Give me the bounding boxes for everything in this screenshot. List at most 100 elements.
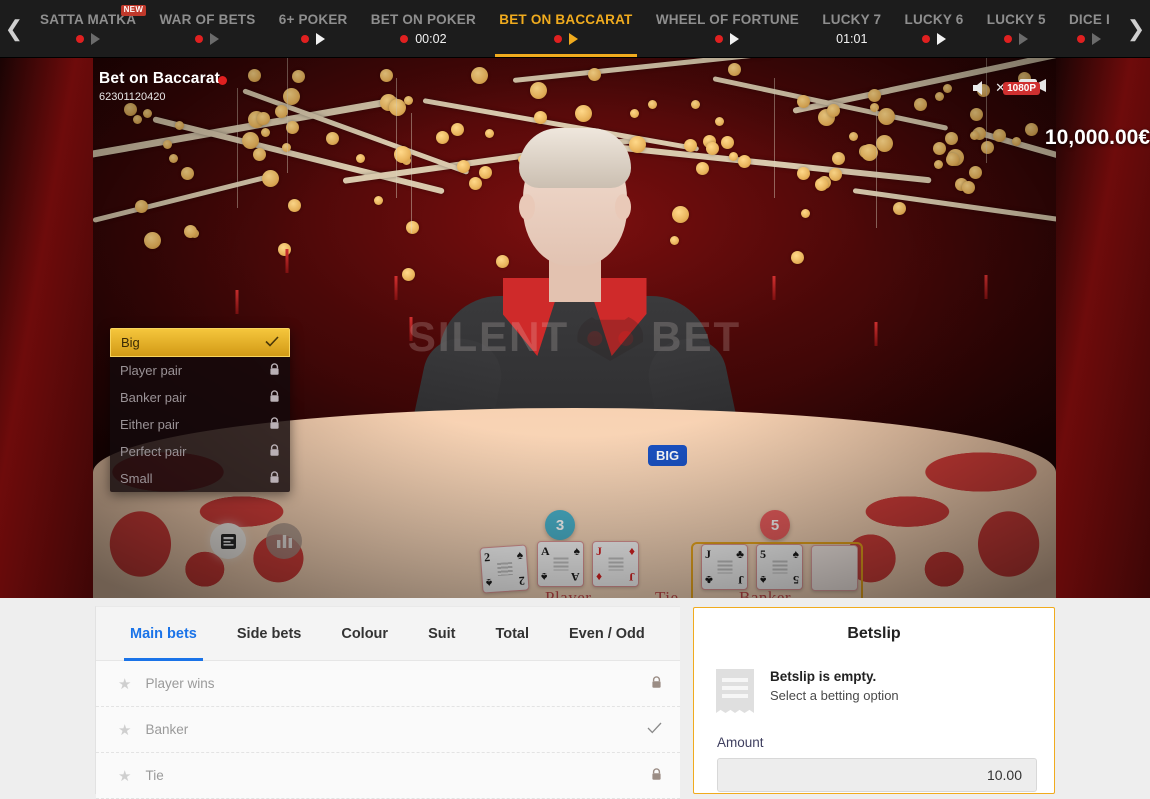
- nav-tab-label: BET ON BACCARAT: [499, 12, 632, 27]
- nav-tab-status: [715, 32, 739, 46]
- live-dot-icon: [76, 35, 84, 43]
- receipt-icon: [716, 669, 754, 713]
- video-camera-icon[interactable]: 1080P: [1018, 74, 1048, 101]
- nav-tab-satta-matka[interactable]: SATTA MATKA NEW: [32, 0, 144, 57]
- blossom: [878, 108, 895, 125]
- live-dot-icon: [400, 35, 408, 43]
- statistics-bar-icon[interactable]: [266, 523, 302, 559]
- player-card: 2 ♠ ♠ 2: [479, 544, 529, 593]
- blossom: [876, 135, 893, 152]
- blossom: [283, 88, 300, 105]
- lantern: [211, 208, 263, 288]
- card-rank: 5: [793, 574, 799, 586]
- blossom: [914, 98, 927, 111]
- tab-even-odd[interactable]: Even / Odd: [549, 607, 665, 661]
- nav-tab-dice-i[interactable]: DICE I: [1061, 0, 1118, 57]
- speaker-muted-icon[interactable]: ✕: [971, 78, 1006, 98]
- dropdown-item-small[interactable]: Small: [110, 465, 290, 492]
- dropdown-item-player-pair[interactable]: Player pair: [110, 357, 290, 384]
- play-icon[interactable]: [316, 33, 325, 45]
- dropdown-item-banker-pair[interactable]: Banker pair: [110, 384, 290, 411]
- nav-tab-lucky-5[interactable]: LUCKY 5: [979, 0, 1054, 57]
- blossom: [935, 92, 944, 101]
- live-dot-icon: [195, 35, 203, 43]
- video-controls: ✕ 1080P: [971, 74, 1048, 101]
- blossom: [728, 63, 741, 76]
- nav-tab-bet-on-poker[interactable]: BET ON POKER 00:02: [363, 0, 484, 57]
- blossom: [530, 82, 547, 99]
- lantern: [843, 228, 909, 320]
- tab-total[interactable]: Total: [475, 607, 549, 661]
- tab-colour[interactable]: Colour: [321, 607, 408, 661]
- tab-suit[interactable]: Suit: [408, 607, 475, 661]
- bet-row[interactable]: ★ Banker: [96, 707, 680, 753]
- lock-icon: [269, 390, 280, 406]
- tab-main-bets[interactable]: Main bets: [110, 607, 217, 661]
- star-icon[interactable]: ★: [118, 675, 131, 693]
- blossom: [827, 104, 840, 117]
- blossom: [286, 121, 299, 134]
- nav-next-arrow[interactable]: ❯: [1122, 0, 1150, 57]
- card-suit: ♠: [574, 545, 580, 557]
- card-suit: ♣: [736, 548, 744, 560]
- bet-row[interactable]: ★ Player wins: [96, 661, 680, 707]
- card-suit: ♠: [516, 549, 523, 561]
- play-icon[interactable]: [91, 33, 100, 45]
- live-dot-icon: [554, 35, 562, 43]
- star-icon[interactable]: ★: [118, 767, 131, 785]
- nav-prev-arrow[interactable]: ❮: [0, 0, 28, 57]
- blossom: [404, 96, 413, 105]
- tab-side-bets[interactable]: Side bets: [217, 607, 321, 661]
- bet-row[interactable]: ★ Tie: [96, 753, 680, 799]
- banker-score-badge: 5: [760, 510, 790, 540]
- nav-tab-label: WHEEL OF FORTUNE: [656, 12, 799, 27]
- nav-tab-label: LUCKY 6: [905, 12, 964, 27]
- side-bet-dropdown[interactable]: Big Player pair Banker pair Either pair Perf…: [110, 328, 290, 492]
- nav-tab-lucky-7[interactable]: LUCKY 7 01:01: [814, 0, 889, 57]
- blossom: [945, 132, 958, 145]
- play-icon[interactable]: [730, 33, 739, 45]
- banker-card: 5 ♠ ♠ 5: [756, 544, 803, 590]
- nav-tab-status: [76, 32, 100, 46]
- play-icon[interactable]: [1092, 33, 1101, 45]
- banker-card: [811, 545, 858, 591]
- nav-tab-6-poker[interactable]: 6+ POKER: [271, 0, 356, 57]
- card-rank: J: [629, 571, 635, 583]
- dealer-ear-left: [519, 194, 535, 220]
- card-suit: ♣: [705, 574, 713, 586]
- table-label-tie: Tie: [655, 588, 679, 598]
- blossom: [715, 117, 724, 126]
- nav-tab-status: [1077, 32, 1101, 46]
- lock-icon: [269, 471, 280, 487]
- nav-tab-lucky-6[interactable]: LUCKY 6: [897, 0, 972, 57]
- nav-tab-status: [922, 32, 946, 46]
- nav-tab-bet-on-baccarat[interactable]: BET ON BACCARAT: [491, 0, 640, 57]
- play-icon[interactable]: [569, 33, 578, 45]
- blossom: [893, 202, 906, 215]
- nav-new-badge: NEW: [121, 5, 147, 16]
- amount-input[interactable]: 10.00: [717, 758, 1037, 792]
- play-icon[interactable]: [1019, 33, 1028, 45]
- card-suit: ♠: [486, 577, 493, 589]
- dropdown-item-either-pair[interactable]: Either pair: [110, 411, 290, 438]
- nav-tab-wheel-of-fortune[interactable]: WHEEL OF FORTUNE: [648, 0, 807, 57]
- play-icon[interactable]: [210, 33, 219, 45]
- live-video-stage: SILENT BET Bet on Baccarat 62301120420 ✕: [0, 58, 1150, 598]
- blossom: [181, 167, 194, 180]
- blossom: [933, 142, 946, 155]
- live-indicator-dot: [218, 76, 227, 85]
- nav-tab-status: [195, 32, 219, 46]
- blossom: [143, 109, 152, 118]
- nav-tab-war-of-bets[interactable]: WAR OF BETS: [151, 0, 263, 57]
- star-icon[interactable]: ★: [118, 721, 131, 739]
- player-card: J ♦ ♦ J: [592, 541, 639, 587]
- amount-label: Amount: [717, 735, 1054, 750]
- play-icon[interactable]: [937, 33, 946, 45]
- rules-list-icon[interactable]: [210, 523, 246, 559]
- dropdown-item-big[interactable]: Big: [110, 328, 290, 357]
- live-dot-icon: [1004, 35, 1012, 43]
- dropdown-item-perfect-pair[interactable]: Perfect pair: [110, 438, 290, 465]
- dropdown-item-label: Player pair: [120, 363, 269, 378]
- card-suit: ♠: [541, 571, 547, 583]
- bet-name: Player wins: [145, 676, 651, 691]
